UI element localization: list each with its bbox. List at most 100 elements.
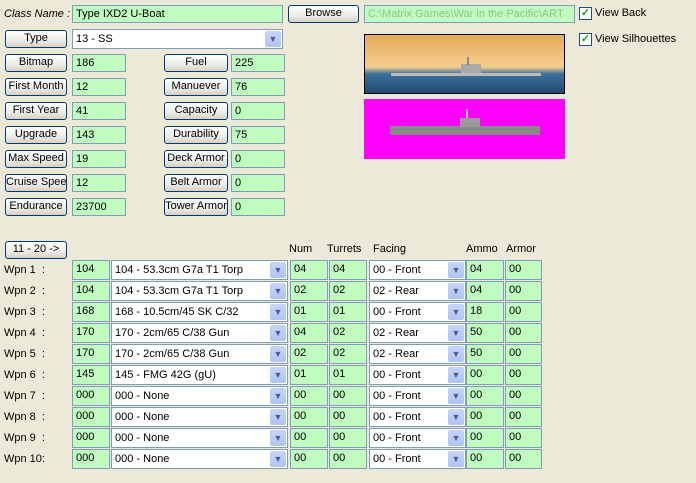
field-button[interactable]: Max Speed <box>5 150 67 168</box>
armor-input[interactable]: 00 <box>505 428 542 448</box>
ammo-input[interactable]: 18 <box>466 302 504 322</box>
field-button[interactable]: Durability <box>164 126 228 144</box>
weapon-id-input[interactable]: 168 <box>72 302 110 322</box>
turrets-input[interactable]: 00 <box>329 428 367 448</box>
field-input[interactable]: 19 <box>72 150 126 168</box>
facing-select[interactable]: 02 - Rear ▼ <box>369 323 466 343</box>
field-button[interactable]: Endurance <box>5 198 67 216</box>
weapon-select[interactable]: 000 - None ▼ <box>111 386 288 406</box>
field-button[interactable]: Cruise Speed <box>5 174 67 192</box>
field-button[interactable]: Capacity <box>164 102 228 120</box>
field-button[interactable]: Bitmap <box>5 54 67 72</box>
ammo-input[interactable]: 04 <box>466 260 504 280</box>
field-input[interactable]: 75 <box>231 126 285 144</box>
facing-select[interactable]: 02 - Rear ▼ <box>369 344 466 364</box>
turrets-input[interactable]: 04 <box>329 260 367 280</box>
field-input[interactable]: 76 <box>231 78 285 96</box>
browse-button[interactable]: Browse <box>288 5 359 23</box>
ammo-input[interactable]: 00 <box>466 428 504 448</box>
num-input[interactable]: 00 <box>290 449 328 469</box>
num-input[interactable]: 00 <box>290 428 328 448</box>
ammo-input[interactable]: 00 <box>466 386 504 406</box>
weapon-select[interactable]: 000 - None ▼ <box>111 407 288 427</box>
field-button[interactable]: Tower Armor <box>164 198 228 216</box>
turrets-input[interactable]: 01 <box>329 302 367 322</box>
facing-select[interactable]: 00 - Front ▼ <box>369 260 466 280</box>
num-input[interactable]: 02 <box>290 281 328 301</box>
armor-input[interactable]: 00 <box>505 344 542 364</box>
ammo-input[interactable]: 50 <box>466 344 504 364</box>
turrets-input[interactable]: 02 <box>329 323 367 343</box>
facing-select[interactable]: 00 - Front ▼ <box>369 428 466 448</box>
class-name-input[interactable]: Type IXD2 U-Boat <box>72 5 283 23</box>
facing-select[interactable]: 02 - Rear ▼ <box>369 281 466 301</box>
field-button[interactable]: Deck Armor <box>164 150 228 168</box>
field-input[interactable]: 0 <box>231 150 285 168</box>
facing-select[interactable]: 00 - Front ▼ <box>369 365 466 385</box>
type-select[interactable]: 13 - SS ▼ <box>72 29 283 49</box>
weapon-select[interactable]: 170 - 2cm/65 C/38 Gun ▼ <box>111 323 288 343</box>
turrets-input[interactable]: 00 <box>329 407 367 427</box>
type-button[interactable]: Type <box>5 30 67 48</box>
weapon-select[interactable]: 000 - None ▼ <box>111 428 288 448</box>
weapon-select[interactable]: 168 - 10.5cm/45 SK C/32 ▼ <box>111 302 288 322</box>
armor-input[interactable]: 00 <box>505 407 542 427</box>
field-button[interactable]: First Year <box>5 102 67 120</box>
field-input[interactable]: 12 <box>72 78 126 96</box>
turrets-input[interactable]: 00 <box>329 449 367 469</box>
art-path-input[interactable]: C:\Matrix Games\War in the Pacific\ART <box>364 5 575 23</box>
weapon-id-input[interactable]: 000 <box>72 449 110 469</box>
field-input[interactable]: 0 <box>231 102 285 120</box>
next-weapons-page-button[interactable]: 11 - 20 -> <box>5 241 67 259</box>
turrets-input[interactable]: 00 <box>329 386 367 406</box>
ammo-input[interactable]: 50 <box>466 323 504 343</box>
facing-select[interactable]: 00 - Front ▼ <box>369 302 466 322</box>
field-input[interactable]: 0 <box>231 198 285 216</box>
field-input[interactable]: 12 <box>72 174 126 192</box>
num-input[interactable]: 00 <box>290 386 328 406</box>
armor-input[interactable]: 00 <box>505 449 542 469</box>
weapon-id-input[interactable]: 104 <box>72 281 110 301</box>
weapon-select[interactable]: 145 - FMG 42G (gU) ▼ <box>111 365 288 385</box>
field-input[interactable]: 23700 <box>72 198 126 216</box>
ammo-input[interactable]: 04 <box>466 281 504 301</box>
turrets-input[interactable]: 01 <box>329 365 367 385</box>
field-input[interactable]: 41 <box>72 102 126 120</box>
num-input[interactable]: 04 <box>290 260 328 280</box>
weapon-select[interactable]: 170 - 2cm/65 C/38 Gun ▼ <box>111 344 288 364</box>
ammo-input[interactable]: 00 <box>466 365 504 385</box>
num-input[interactable]: 01 <box>290 302 328 322</box>
facing-select[interactable]: 00 - Front ▼ <box>369 449 466 469</box>
facing-select[interactable]: 00 - Front ▼ <box>369 386 466 406</box>
weapon-id-input[interactable]: 000 <box>72 386 110 406</box>
field-input[interactable]: 143 <box>72 126 126 144</box>
field-input[interactable]: 225 <box>231 54 285 72</box>
armor-input[interactable]: 00 <box>505 386 542 406</box>
field-button[interactable]: Upgrade <box>5 126 67 144</box>
num-input[interactable]: 00 <box>290 407 328 427</box>
turrets-input[interactable]: 02 <box>329 344 367 364</box>
num-input[interactable]: 04 <box>290 323 328 343</box>
armor-input[interactable]: 00 <box>505 323 542 343</box>
weapon-id-input[interactable]: 104 <box>72 260 110 280</box>
weapon-id-input[interactable]: 145 <box>72 365 110 385</box>
weapon-id-input[interactable]: 170 <box>72 323 110 343</box>
weapon-id-input[interactable]: 000 <box>72 428 110 448</box>
weapon-select[interactable]: 104 - 53.3cm G7a T1 Torp ▼ <box>111 281 288 301</box>
field-button[interactable]: First Month <box>5 78 67 96</box>
weapon-id-input[interactable]: 170 <box>72 344 110 364</box>
facing-select[interactable]: 00 - Front ▼ <box>369 407 466 427</box>
weapon-id-input[interactable]: 000 <box>72 407 110 427</box>
turrets-input[interactable]: 02 <box>329 281 367 301</box>
num-input[interactable]: 02 <box>290 344 328 364</box>
field-button[interactable]: Belt Armor <box>164 174 228 192</box>
armor-input[interactable]: 00 <box>505 302 542 322</box>
armor-input[interactable]: 00 <box>505 260 542 280</box>
armor-input[interactable]: 00 <box>505 365 542 385</box>
armor-input[interactable]: 00 <box>505 281 542 301</box>
weapon-select[interactable]: 104 - 53.3cm G7a T1 Torp ▼ <box>111 260 288 280</box>
field-input[interactable]: 186 <box>72 54 126 72</box>
field-button[interactable]: Fuel <box>164 54 228 72</box>
ammo-input[interactable]: 00 <box>466 449 504 469</box>
field-button[interactable]: Manuever <box>164 78 228 96</box>
